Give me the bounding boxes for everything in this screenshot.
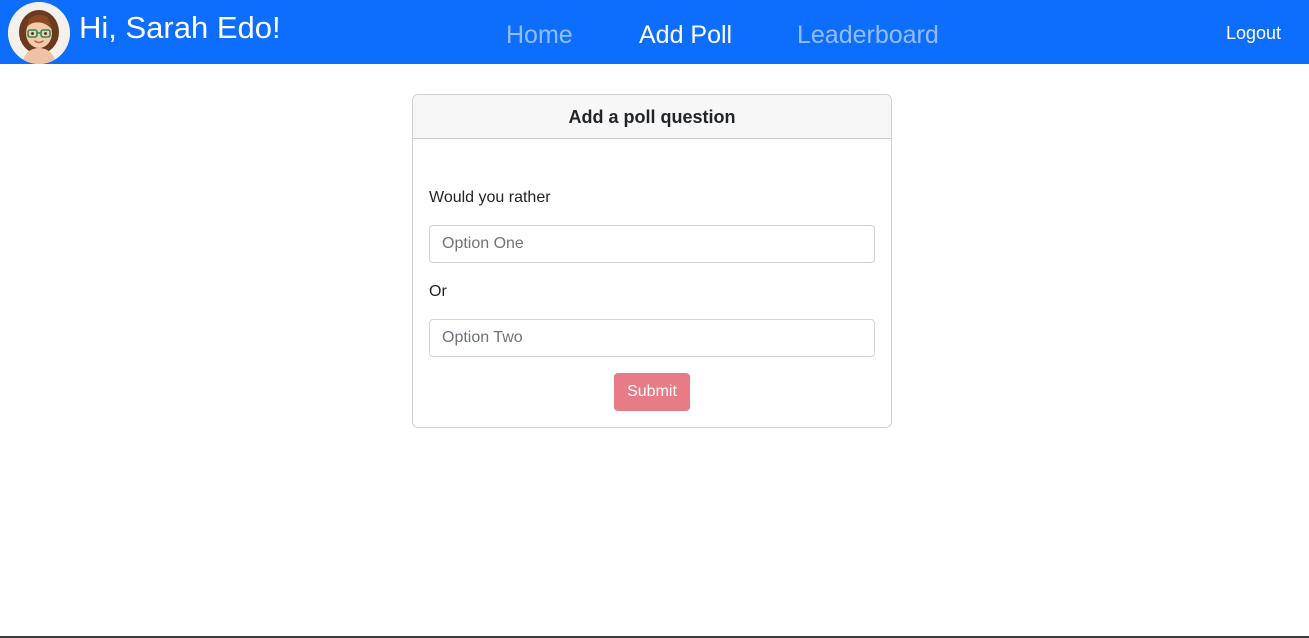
option-two-input[interactable] <box>429 319 875 357</box>
nav-link-home[interactable]: Home <box>506 17 573 53</box>
question-label: Would you rather <box>429 189 551 206</box>
option-one-input[interactable] <box>429 225 875 263</box>
or-label: Or <box>429 283 447 300</box>
top-navbar: Hi, Sarah Edo! Home Add Poll Leaderboard… <box>0 0 1309 64</box>
nav-link-leaderboard[interactable]: Leaderboard <box>797 17 939 53</box>
female-avatar-icon <box>8 2 70 64</box>
add-poll-card: Add a poll question Would you rather Or … <box>412 94 892 428</box>
submit-button[interactable]: Submit <box>614 373 690 411</box>
greeting-text: Hi, Sarah Edo! <box>79 10 281 45</box>
nav-link-add-poll[interactable]: Add Poll <box>639 17 732 53</box>
logout-button[interactable]: Logout <box>1226 20 1281 46</box>
card-title: Add a poll question <box>413 95 891 139</box>
user-avatar <box>8 2 70 64</box>
